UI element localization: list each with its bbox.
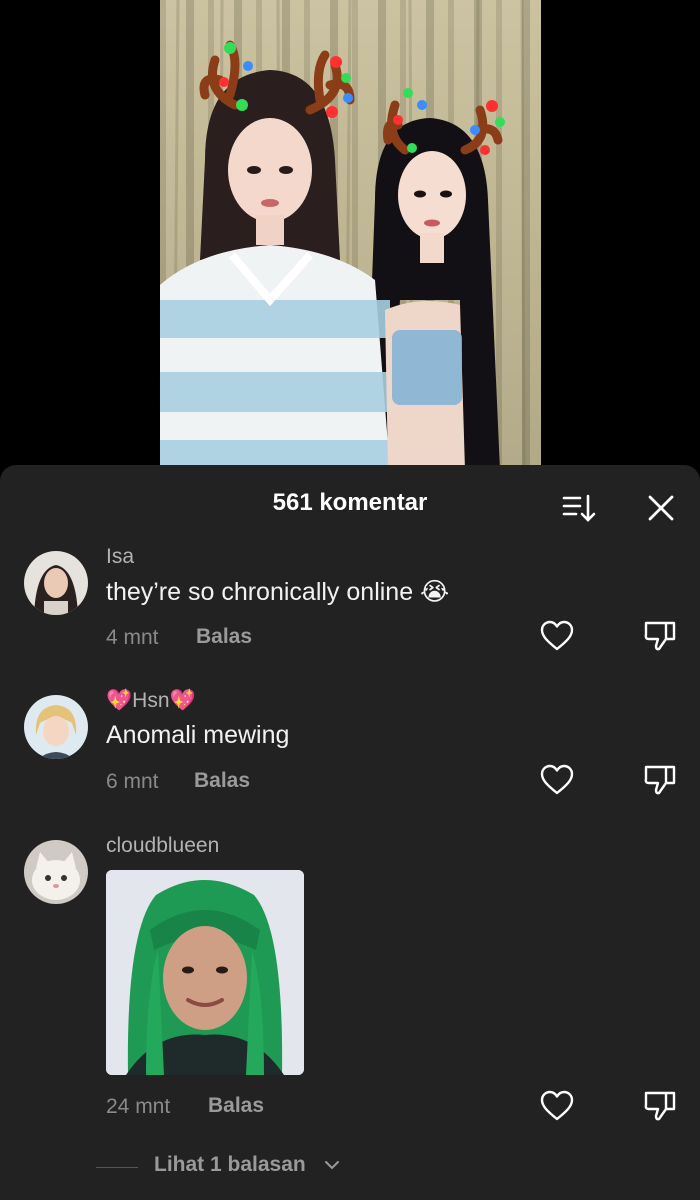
dislike-button[interactable] <box>642 617 678 653</box>
dislike-button[interactable] <box>642 761 678 797</box>
like-button[interactable] <box>539 763 575 797</box>
comment-item: Isa they’re so chronically online 😭 4 mn… <box>0 545 700 671</box>
avatar[interactable] <box>24 695 88 759</box>
attachment-photo <box>106 870 304 1075</box>
close-button[interactable] <box>644 491 678 525</box>
chevron-down-icon <box>325 1161 339 1170</box>
comment-text: they’re so chronically online 😭 <box>106 578 450 606</box>
comment-time: 24 mnt <box>106 1095 171 1118</box>
like-button[interactable] <box>539 1089 575 1123</box>
replies-divider <box>96 1167 138 1168</box>
sort-icon <box>562 494 596 522</box>
avatar[interactable] <box>24 840 88 904</box>
thumbs-down-icon <box>644 621 676 651</box>
reply-button[interactable]: Balas <box>194 769 250 793</box>
avatar[interactable] <box>24 551 88 615</box>
thumbs-down-icon <box>644 1091 676 1121</box>
avatar-image <box>24 695 88 759</box>
close-icon <box>648 495 674 521</box>
like-button[interactable] <box>539 619 575 653</box>
comment-time: 4 mnt <box>106 626 159 649</box>
comments-sheet: 561 komentar Isa they’re so chronically … <box>0 465 700 1200</box>
reply-button[interactable]: Balas <box>208 1094 264 1118</box>
comment-item: cloudblueen <box>0 834 700 1170</box>
comment-item: 💖Hsn💖 Anomali mewing 6 mnt Balas <box>0 689 700 815</box>
heart-icon <box>540 1090 574 1121</box>
comment-username[interactable]: 💖Hsn💖 <box>106 689 196 713</box>
video-illustration <box>160 0 526 470</box>
reply-button[interactable]: Balas <box>196 625 252 649</box>
video-frame[interactable] <box>160 0 541 470</box>
sort-button[interactable] <box>560 491 598 525</box>
dislike-button[interactable] <box>642 1087 678 1123</box>
thumbs-down-icon <box>644 765 676 795</box>
avatar-image <box>24 840 88 904</box>
comment-text: Anomali mewing <box>106 721 290 749</box>
comment-time: 6 mnt <box>106 770 159 793</box>
comment-username[interactable]: Isa <box>106 545 134 569</box>
comment-username[interactable]: cloudblueen <box>106 834 219 858</box>
view-replies-label: Lihat 1 balasan <box>154 1153 306 1176</box>
heart-icon <box>540 620 574 651</box>
comment-attachment-image[interactable] <box>106 870 304 1075</box>
avatar-image <box>24 551 88 615</box>
video-player[interactable] <box>0 0 700 470</box>
heart-icon <box>540 764 574 795</box>
